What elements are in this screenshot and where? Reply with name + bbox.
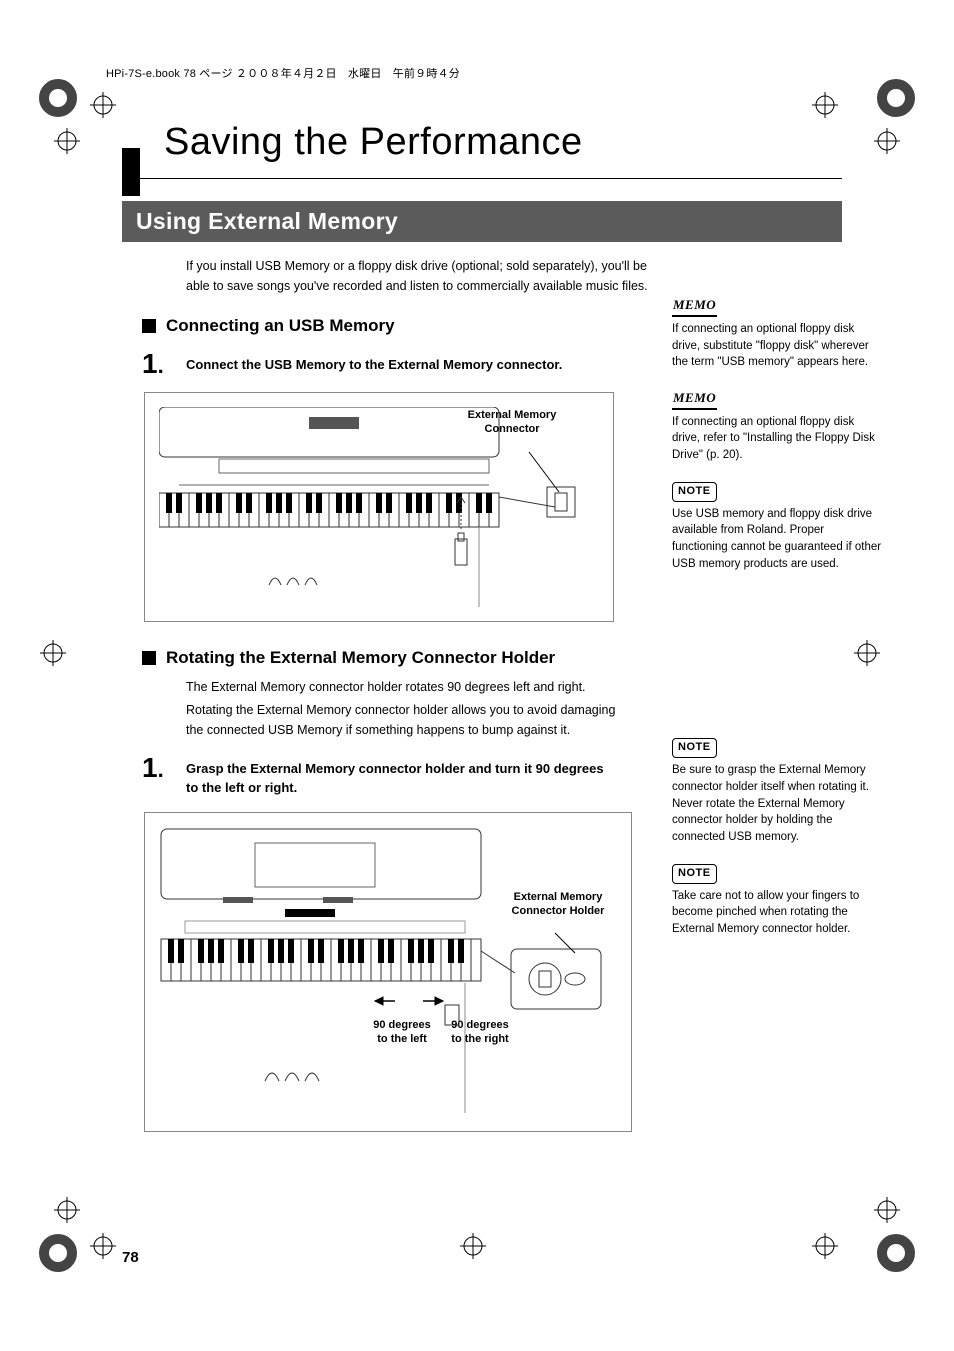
- source-header: HPi-7S-e.book 78 ページ ２００８年４月２日 水曜日 午前９時４…: [106, 65, 874, 81]
- crop-mark-tr: [876, 78, 916, 118]
- page-number: 78: [122, 1249, 139, 1266]
- note-1-text: Use USB memory and floppy disk drive ava…: [672, 506, 882, 573]
- subheading-connecting: Connecting an USB Memory: [142, 316, 632, 336]
- note-2: NOTE Be sure to grasp the External Memor…: [672, 738, 882, 845]
- reg-target-l1: [54, 128, 80, 154]
- body-paragraph-2: Rotating the External Memory connector h…: [186, 701, 616, 740]
- memo-1: MEMO If connecting an optional floppy di…: [672, 296, 882, 371]
- memo-label: MEMO: [672, 389, 717, 410]
- subheading-rotating-text: Rotating the External Memory Connector H…: [166, 648, 555, 668]
- step-number: 1.: [142, 754, 186, 782]
- crop-mark-tl: [38, 78, 78, 118]
- square-bullet-icon: [142, 319, 156, 333]
- reg-target-r2: [874, 1197, 900, 1223]
- note-label: NOTE: [672, 864, 717, 884]
- step-1a: 1. Connect the USB Memory to the Externa…: [142, 350, 632, 378]
- body-paragraph-1: The External Memory connector holder rot…: [186, 678, 616, 697]
- square-bullet-icon: [142, 651, 156, 665]
- memo-2-text: If connecting an optional floppy disk dr…: [672, 414, 882, 464]
- step-text: Grasp the External Memory connector hold…: [186, 754, 606, 798]
- step-1b: 1. Grasp the External Memory connector h…: [142, 754, 632, 798]
- note-3-text: Take care not to allow your fingers to b…: [672, 888, 882, 938]
- intro-paragraph: If you install USB Memory or a floppy di…: [186, 256, 666, 296]
- reg-target-lm: [40, 640, 66, 666]
- reg-target-r1: [874, 128, 900, 154]
- reg-target-l2: [54, 1197, 80, 1223]
- keyboard-illustration-icon: [159, 407, 599, 617]
- memo-1-text: If connecting an optional floppy disk dr…: [672, 321, 882, 371]
- subheading-rotating: Rotating the External Memory Connector H…: [142, 648, 632, 668]
- step-number: 1.: [142, 350, 186, 378]
- note-1: NOTE Use USB memory and floppy disk driv…: [672, 482, 882, 573]
- step-text: Connect the USB Memory to the External M…: [186, 350, 606, 375]
- title-rule: [122, 178, 842, 179]
- page-title: Saving the Performance: [164, 121, 874, 164]
- note-label: NOTE: [672, 482, 717, 502]
- figure-usb-connection: External Memory Connector: [144, 392, 614, 622]
- note-label: NOTE: [672, 738, 717, 758]
- figure-rotating-holder: External Memory Connector Holder 90 degr…: [144, 812, 632, 1132]
- crop-mark-br: [876, 1233, 916, 1273]
- chapter-tab: [122, 148, 140, 196]
- subheading-connecting-text: Connecting an USB Memory: [166, 316, 395, 336]
- note-2-text: Be sure to grasp the External Memory con…: [672, 762, 882, 845]
- crop-mark-bl: [38, 1233, 78, 1273]
- memo-2: MEMO If connecting an optional floppy di…: [672, 389, 882, 464]
- note-3: NOTE Take care not to allow your fingers…: [672, 864, 882, 938]
- memo-label: MEMO: [672, 296, 717, 317]
- keyboard-rotation-illustration-icon: [155, 823, 625, 1123]
- section-heading: Using External Memory: [122, 201, 842, 242]
